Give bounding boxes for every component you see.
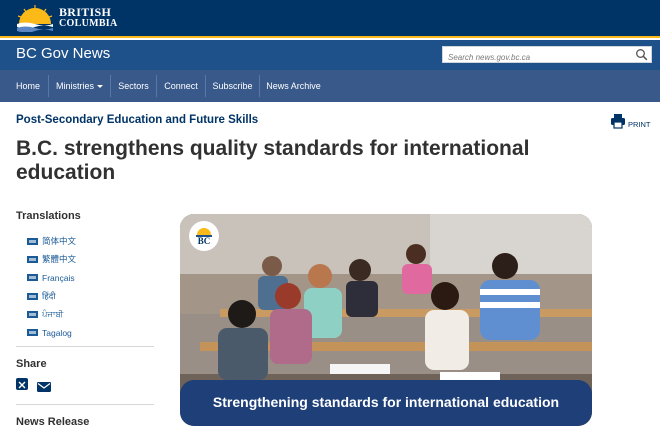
bc-sun-logo-icon <box>15 4 55 33</box>
logo-wordmark: BRITISH COLUMBIA <box>59 5 118 29</box>
nav-home-label: Home <box>15 81 40 91</box>
nav-ministries[interactable]: Ministries <box>49 70 110 102</box>
translation-link-simplified-chinese[interactable]: 简体中文 <box>27 232 76 250</box>
news-release-heading: News Release <box>16 416 90 428</box>
translation-label: 繁體中文 <box>42 254 77 265</box>
nav-sectors[interactable]: Sectors <box>111 70 156 102</box>
translation-link-traditional-chinese[interactable]: 繁體中文 <box>27 250 76 268</box>
nav-subscribe-label: Subscribe <box>212 81 253 91</box>
nav-sectors-label: Sectors <box>118 81 149 91</box>
nav-connect[interactable]: Connect <box>157 70 205 102</box>
search-input[interactable] <box>443 50 623 65</box>
bc-badge-text: BC <box>197 236 211 246</box>
sidebar-divider <box>16 404 154 405</box>
top-bar: BRITISH COLUMBIA <box>0 0 660 38</box>
translation-label: ਪੰਜਾਬੀ <box>42 308 64 319</box>
printer-icon <box>611 114 625 129</box>
nav-news-archive-label: News Archive <box>266 81 321 91</box>
document-icon <box>27 329 38 337</box>
page-title: B.C. strengthens quality standards for i… <box>16 137 530 184</box>
search-box <box>442 46 652 65</box>
translation-link-tagalog[interactable]: Tagalog <box>27 323 76 341</box>
document-icon <box>27 237 38 245</box>
document-icon <box>27 274 38 282</box>
bc-logo[interactable]: BRITISH COLUMBIA <box>15 4 125 34</box>
translation-label: 简体中文 <box>42 236 77 247</box>
share-email-button[interactable] <box>37 379 51 392</box>
nav-subscribe[interactable]: Subscribe <box>206 70 259 102</box>
translation-label: Tagalog <box>42 327 72 338</box>
document-icon <box>27 292 38 300</box>
main-nav: Home Ministries Sectors Connect Subscrib… <box>0 70 660 102</box>
logo-line-columbia: COLUMBIA <box>59 18 118 29</box>
translation-label: हिंदी <box>42 290 56 301</box>
search-icon[interactable] <box>635 48 648 61</box>
print-button[interactable]: PRINT <box>610 113 654 131</box>
bc-badge-logo: BC <box>189 221 219 251</box>
hero-image: BC Strengthening standards for internati… <box>180 214 592 426</box>
share-x-button[interactable] <box>16 378 28 390</box>
x-icon <box>18 381 26 389</box>
site-bar: BC Gov News <box>0 40 660 70</box>
translations-heading: Translations <box>16 210 81 222</box>
nav-news-archive[interactable]: News Archive <box>260 70 327 102</box>
translation-label: Français <box>42 272 75 283</box>
site-title[interactable]: BC Gov News <box>16 45 110 62</box>
sidebar-divider <box>16 346 154 347</box>
nav-ministries-label: Ministries <box>55 81 94 91</box>
nav-home[interactable]: Home <box>8 70 48 102</box>
translation-link-hindi[interactable]: हिंदी <box>27 287 76 305</box>
nav-connect-label: Connect <box>164 81 198 91</box>
hero-caption: Strengthening standards for internationa… <box>212 394 560 410</box>
share-heading: Share <box>16 358 47 370</box>
mail-icon <box>37 382 51 392</box>
logo-line-british: BRITISH <box>59 5 112 19</box>
print-label: PRINT <box>628 120 651 129</box>
document-icon <box>27 310 38 318</box>
document-icon <box>27 255 38 263</box>
translation-link-punjabi[interactable]: ਪੰਜਾਬੀ <box>27 305 76 323</box>
ministry-link[interactable]: Post-Secondary Education and Future Skil… <box>16 114 258 126</box>
caption-band: Strengthening standards for internationa… <box>180 380 592 426</box>
translations-list: 简体中文 繁體中文 Français हिंदी ਪੰਜਾਬੀ Tagalog <box>27 232 76 342</box>
translation-link-french[interactable]: Français <box>27 269 76 287</box>
caret-down-icon <box>97 85 103 89</box>
